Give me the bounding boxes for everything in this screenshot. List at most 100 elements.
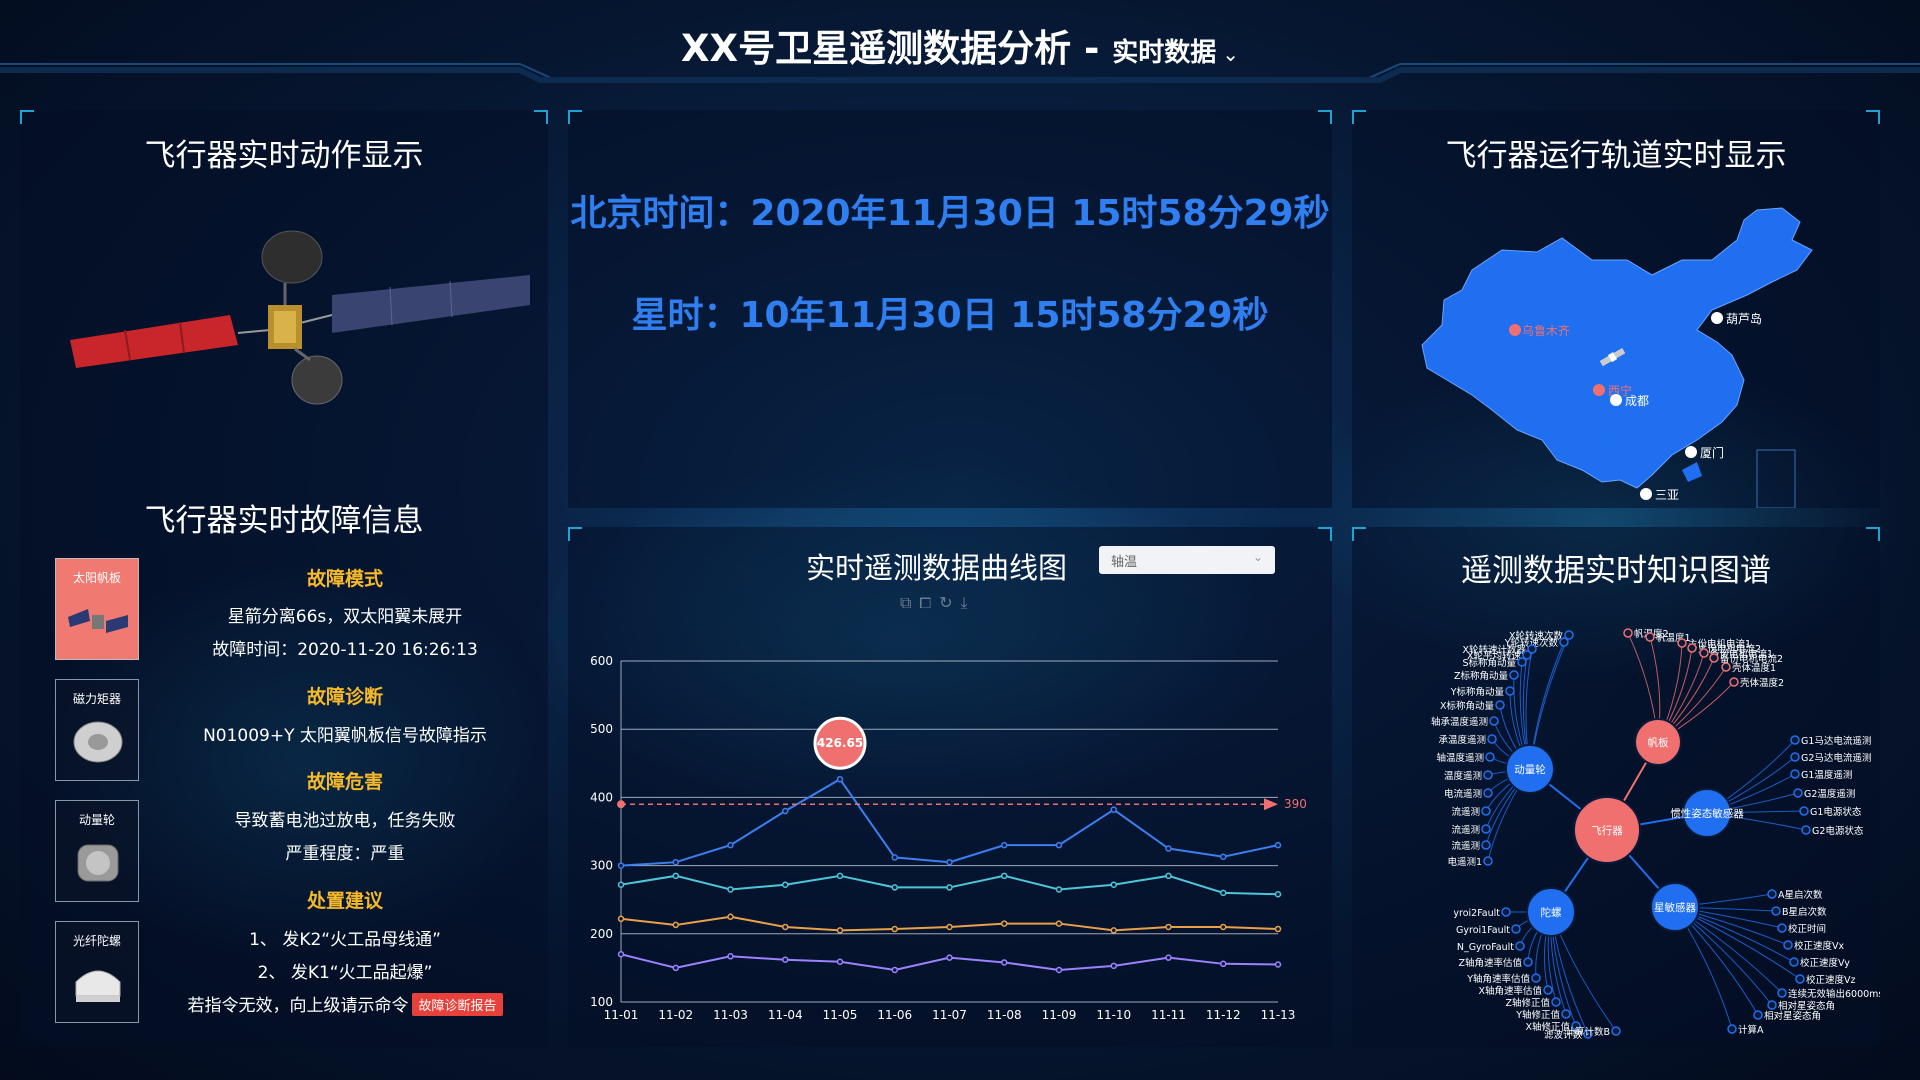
- graph-hub-label: 动量轮: [1514, 763, 1546, 776]
- leaf-label: 壳体温度1: [1732, 662, 1776, 674]
- leaf-label: X轴角速率估值: [1478, 985, 1542, 997]
- leaf-label: B星启次数: [1782, 906, 1827, 918]
- fault-harm-text: 导致蓄电池过放电，任务失败: [234, 811, 456, 831]
- x-tick-label: 11-01: [604, 1008, 639, 1022]
- data-point: [1165, 923, 1172, 931]
- leaf-node: [1543, 985, 1553, 995]
- leaf-label: 电遥测1: [1447, 856, 1482, 868]
- leaf-node: [1561, 1009, 1571, 1019]
- leaf-node: [1485, 752, 1495, 762]
- leaf-node: [1483, 788, 1493, 798]
- fault-diagnosis-text: N01009+Y 太阳翼帆板信号故障指示: [203, 726, 487, 746]
- data-point: [946, 884, 953, 891]
- sidereal-time: 星时：10年11月30日 15时58分29秒: [631, 295, 1269, 336]
- leaf-label: 轴温度遥测: [1436, 752, 1484, 764]
- data-point: [1220, 853, 1227, 860]
- data-point: [836, 872, 844, 880]
- leaf-node: [1645, 632, 1655, 642]
- leaf-node: [1790, 735, 1800, 745]
- leaf-label: S标称角动量: [1462, 657, 1516, 669]
- leaf-node: [1495, 700, 1505, 710]
- leaf-label: Y标称角动量: [1450, 686, 1505, 698]
- mark-line-start: [617, 800, 625, 809]
- leaf-node: [1489, 716, 1499, 726]
- graph-hub-label: 星敏感器: [1654, 901, 1696, 914]
- x-tick-label: 11-05: [823, 1008, 858, 1022]
- leaf-node: [1677, 638, 1687, 648]
- beijing-time: 北京时间：2020年11月30日 15时58分29秒: [570, 193, 1330, 234]
- data-point: [617, 915, 625, 923]
- fault-diagnosis-heading: 故障诊断: [306, 686, 383, 708]
- time-panel: 北京时间：2020年11月30日 15时58分29秒 星时：10年11月30日 …: [568, 110, 1332, 508]
- data-point: [1274, 925, 1282, 933]
- leaf-node: [1483, 770, 1493, 780]
- city-marker-xining: [1593, 384, 1605, 396]
- thumb-fiber-gyro[interactable]: 光纤陀螺: [55, 921, 139, 1023]
- fault-mode-text: 星箭分离66s，双太阳翼未展开: [227, 607, 463, 627]
- leaf-label: A星启次数: [1778, 889, 1823, 901]
- fault-report-button[interactable]: 故障诊断报告: [412, 993, 503, 1016]
- y-tick-label: 200: [590, 927, 613, 941]
- data-point: [1220, 923, 1227, 931]
- chevron-down-icon: ⌄: [1222, 42, 1239, 66]
- leaf-node: [1777, 988, 1787, 998]
- fault-info-title: 飞行器实时故障信息: [144, 503, 424, 539]
- leaf-node: [1687, 643, 1697, 653]
- data-point: [782, 807, 789, 815]
- city-label-urumqi: 乌鲁木齐: [1522, 324, 1571, 338]
- data-point: [1055, 841, 1063, 849]
- mark-line-arrow: [1264, 798, 1278, 811]
- telemetry-line-chart[interactable]: 100 200 300 400 500 600 11-01 11-02 11-03 11-04 11…: [568, 527, 1332, 1047]
- data-point: [836, 775, 844, 783]
- thumb-solar-panel[interactable]: 太阳帆板: [55, 558, 139, 660]
- mode-dropdown[interactable]: 实时数据 ⌄: [1112, 38, 1239, 68]
- data-point: [946, 858, 953, 866]
- knowledge-graph[interactable]: X轮转速次数Y轮转速次数X轮转速计数器X轮平均转速S标称角动量Z标称角动量Y标称…: [1352, 527, 1880, 1047]
- leaf-node: [1729, 677, 1739, 687]
- x-tick-label: 11-02: [658, 1008, 693, 1022]
- data-point: [891, 854, 898, 861]
- data-point: [1001, 841, 1008, 849]
- leaf-label: 电流遥测: [1444, 788, 1482, 800]
- data-point: [1274, 890, 1282, 898]
- leaf-label: 校正时间: [1788, 923, 1826, 935]
- china-map[interactable]: [1352, 110, 1880, 508]
- leaf-node: [1709, 653, 1719, 663]
- leaf-node: [1487, 734, 1497, 744]
- data-point: [891, 966, 898, 974]
- leaf-label: 流遥测: [1451, 824, 1480, 836]
- leaf-node: [1721, 662, 1731, 672]
- magnetorquer-icon: [73, 721, 123, 763]
- leaf-node: [1623, 628, 1633, 638]
- y-tick-label: 300: [590, 859, 613, 873]
- graph-hub-label: 飞行器: [1591, 824, 1623, 837]
- leaf-label: G2电源状态: [1812, 825, 1864, 837]
- data-point: [1274, 841, 1282, 849]
- data-point: [1001, 920, 1008, 927]
- city-label-sanya: 三亚: [1655, 488, 1680, 502]
- leaf-node: [1801, 825, 1811, 835]
- leaf-label: Z标称角动量: [1454, 670, 1509, 682]
- leaf-label: Y轴修正值: [1515, 1009, 1560, 1021]
- x-tick-label: 11-06: [877, 1008, 912, 1022]
- advice-heading: 处置建议: [306, 890, 383, 912]
- data-point: [1110, 806, 1117, 813]
- data-point: [782, 881, 789, 888]
- satellite-image: [70, 230, 530, 405]
- leaf-label: 流遥测: [1451, 840, 1480, 852]
- thumb-momentum-wheel[interactable]: 动量轮: [55, 800, 139, 902]
- leaf-node: [1753, 1010, 1763, 1020]
- fault-time: 故障时间：2020-11-20 16:26:13: [212, 640, 478, 660]
- leaf-label: 温度遥测: [1444, 770, 1482, 782]
- city-marker-chengdu: [1610, 394, 1622, 406]
- thumb-magnetorquer[interactable]: 磁力矩器: [55, 679, 139, 781]
- leaf-label: G1电源状态: [1810, 806, 1862, 818]
- leaf-label: 承温度遥测: [1438, 734, 1486, 746]
- mark-line-label: 390: [1284, 797, 1307, 811]
- x-tick-label: 11-09: [1042, 1008, 1077, 1022]
- title-separator: -: [1071, 27, 1113, 70]
- leaf-node: [1481, 840, 1491, 850]
- city-label-xiamen: 厦门: [1700, 446, 1725, 460]
- leaf-label: G1温度遥测: [1801, 769, 1852, 781]
- leaf-node: [1511, 924, 1521, 934]
